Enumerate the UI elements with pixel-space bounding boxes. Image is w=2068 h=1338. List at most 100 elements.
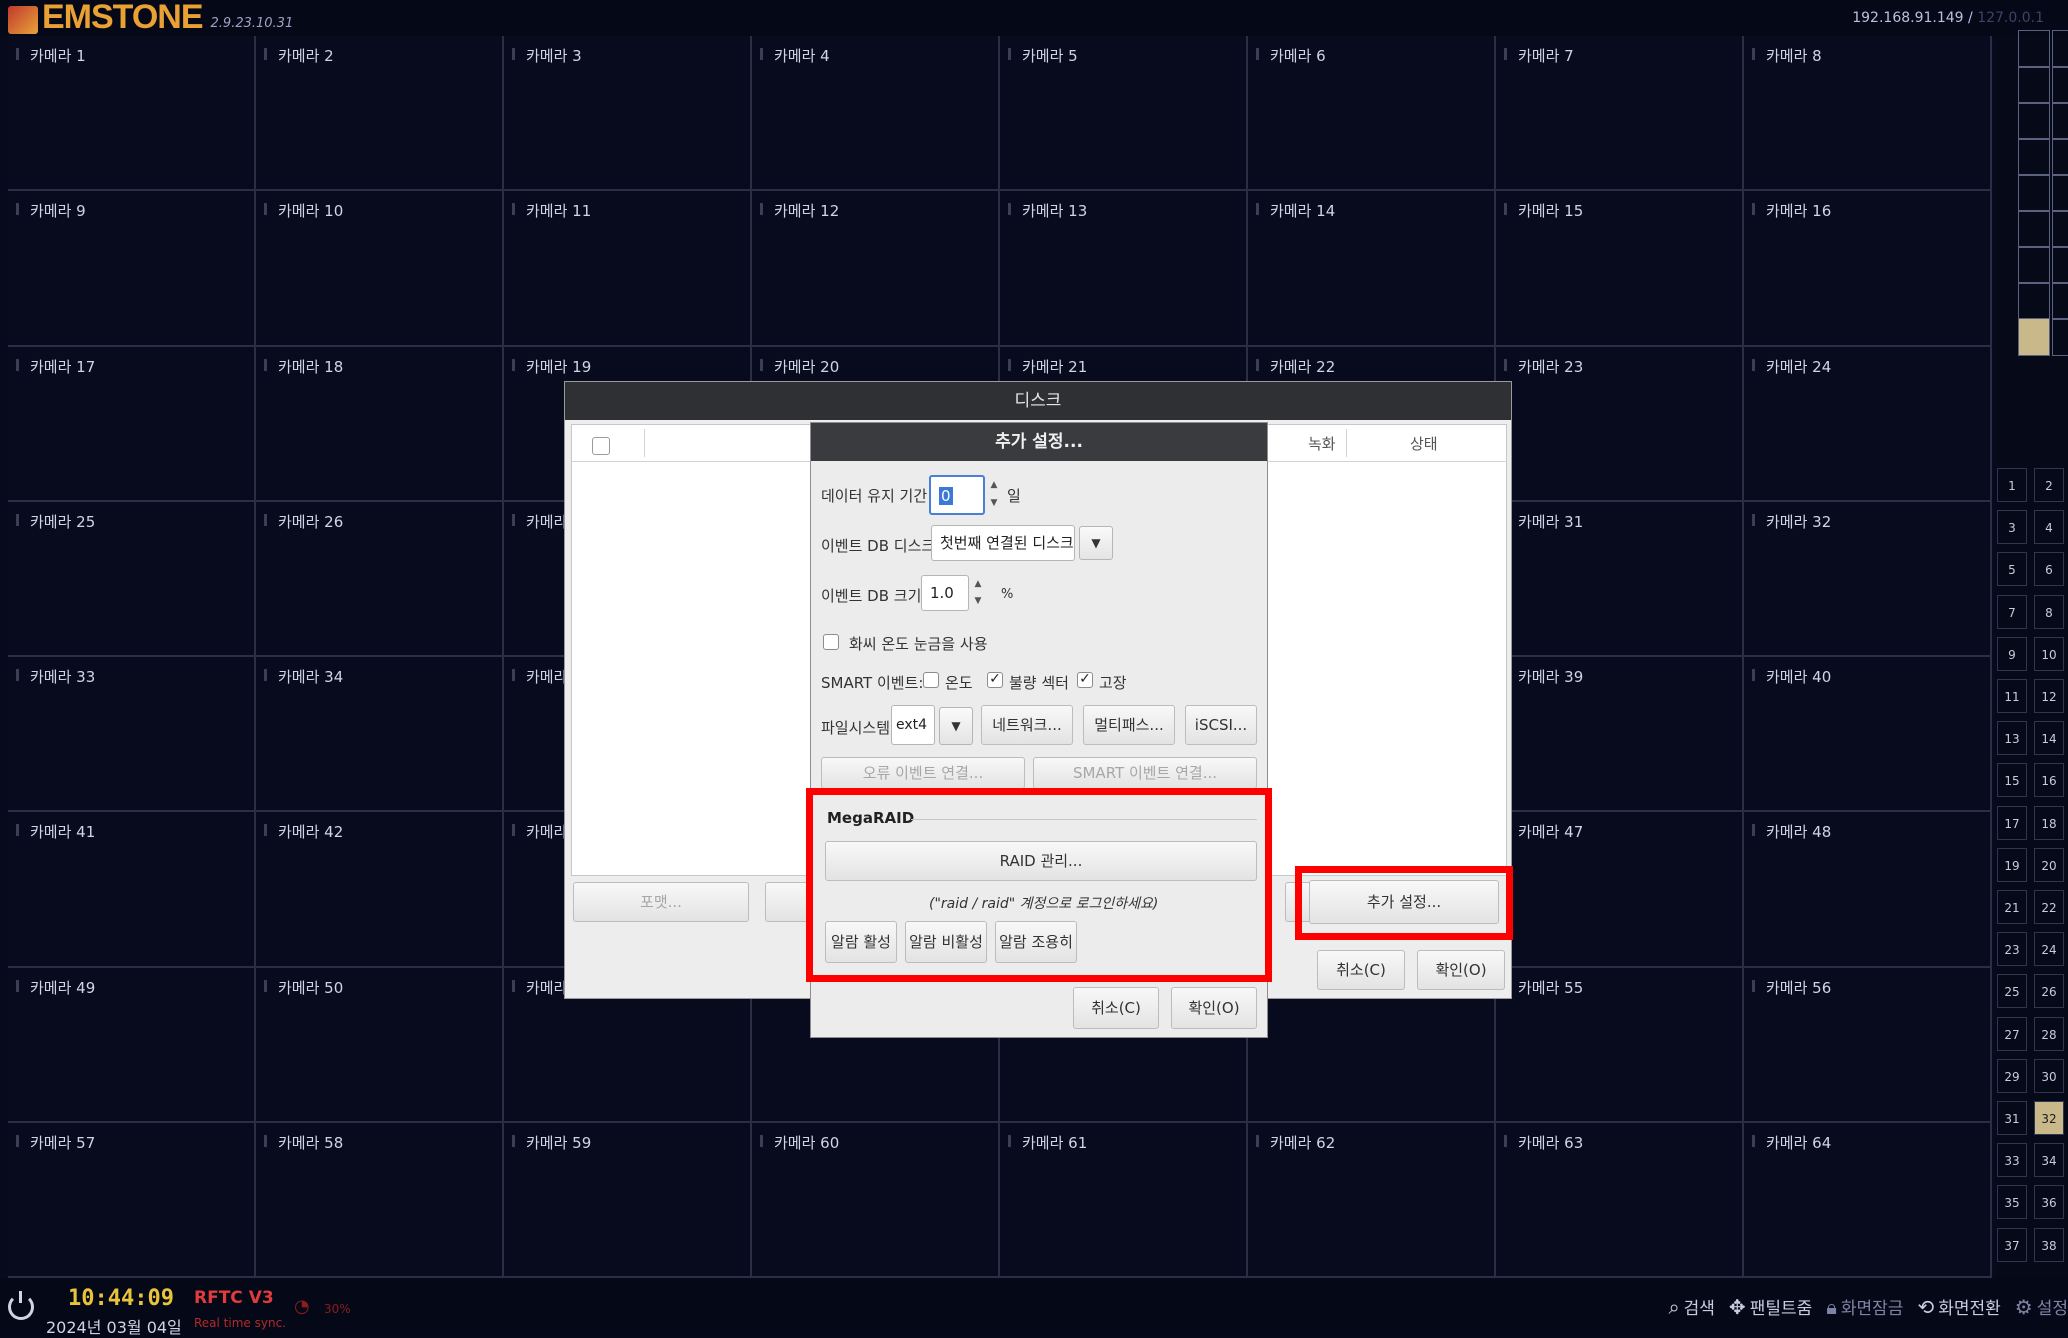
camera-tile[interactable]: 카메라 49: [8, 967, 256, 1123]
camera-tile[interactable]: 카메라 61: [1000, 1122, 1248, 1278]
channel-button[interactable]: 34: [2034, 1143, 2064, 1178]
channel-button[interactable]: 35: [1997, 1185, 2027, 1220]
channel-button[interactable]: 15: [1997, 763, 2027, 798]
camera-tile[interactable]: 카메라 7: [1496, 36, 1744, 192]
column-state[interactable]: 상태: [1410, 433, 1438, 454]
layout-thumbnail[interactable]: [2052, 318, 2068, 356]
spin-down-icon[interactable]: ▼: [971, 595, 985, 607]
camera-tile[interactable]: 카메라 4: [752, 36, 1000, 192]
spin-down-icon[interactable]: ▼: [987, 497, 1001, 509]
layout-thumbnail[interactable]: [2018, 246, 2050, 284]
layout-thumbnail[interactable]: [2052, 30, 2068, 68]
format-button[interactable]: 포맷...: [573, 882, 749, 922]
channel-button[interactable]: 28: [2034, 1016, 2064, 1051]
pantilt-tool[interactable]: ✥ 팬틸트줌: [1729, 1294, 1812, 1320]
layout-thumbnail[interactable]: [2018, 138, 2050, 176]
channel-button[interactable]: 32: [2034, 1101, 2064, 1135]
camera-tile[interactable]: 카메라 9: [8, 191, 256, 347]
layout-thumbnail[interactable]: [2018, 102, 2050, 140]
channel-button[interactable]: 7: [1997, 594, 2027, 629]
channel-button[interactable]: 2: [2034, 468, 2064, 502]
layout-thumbnail[interactable]: [2052, 282, 2068, 320]
channel-button[interactable]: 3: [1997, 510, 2027, 545]
channel-button[interactable]: 25: [1997, 974, 2027, 1009]
channel-button[interactable]: 12: [2034, 679, 2064, 713]
camera-tile[interactable]: 카메라 11: [504, 191, 752, 347]
disk-ok-button[interactable]: 확인(O): [1417, 950, 1505, 990]
channel-button[interactable]: 9: [1997, 636, 2027, 671]
camera-tile[interactable]: 카메라 58: [256, 1122, 504, 1278]
camera-tile[interactable]: 카메라 39: [1496, 657, 1744, 813]
camera-tile[interactable]: 카메라 10: [256, 191, 504, 347]
channel-button[interactable]: 8: [2034, 594, 2064, 629]
camera-tile[interactable]: 카메라 48: [1744, 812, 1992, 968]
settings-tool[interactable]: ⚙ 설정: [2015, 1294, 2068, 1320]
channel-button[interactable]: 22: [2034, 890, 2064, 924]
spin-up-icon[interactable]: ▲: [987, 479, 1001, 491]
channel-button[interactable]: 21: [1997, 890, 2027, 924]
camera-tile[interactable]: 카메라 62: [1248, 1122, 1496, 1278]
layout-thumbnail[interactable]: [2052, 174, 2068, 212]
camera-tile[interactable]: 카메라 17: [8, 346, 256, 502]
camera-tile[interactable]: 카메라 3: [504, 36, 752, 192]
camera-tile[interactable]: 카메라 14: [1248, 191, 1496, 347]
spin-up-icon[interactable]: ▲: [971, 578, 985, 590]
alarm-on-button[interactable]: 알람 활성: [825, 921, 897, 963]
smart-fault-checkbox[interactable]: ✓: [1077, 672, 1093, 688]
camera-tile[interactable]: 카메라 42: [256, 812, 504, 968]
channel-button[interactable]: 31: [1997, 1101, 2027, 1135]
select-all-checkbox[interactable]: [592, 437, 610, 455]
network-button[interactable]: 네트워크...: [981, 705, 1073, 745]
channel-button[interactable]: 10: [2034, 636, 2064, 671]
smart-temp-checkbox[interactable]: [923, 672, 939, 688]
camera-tile[interactable]: 카메라 23: [1496, 346, 1744, 502]
disk-cancel-button[interactable]: 취소(C): [1317, 950, 1405, 990]
alarm-off-button[interactable]: 알람 비활성: [905, 921, 987, 963]
camera-tile[interactable]: 카메라 6: [1248, 36, 1496, 192]
camera-tile[interactable]: 카메라 26: [256, 501, 504, 657]
advanced-cancel-button[interactable]: 취소(C): [1073, 987, 1159, 1029]
advanced-ok-button[interactable]: 확인(O): [1171, 987, 1257, 1029]
channel-button[interactable]: 24: [2034, 932, 2064, 967]
channel-button[interactable]: 14: [2034, 721, 2064, 756]
layout-thumbnail[interactable]: [2018, 210, 2050, 248]
channel-button[interactable]: 6: [2034, 552, 2064, 587]
channel-button[interactable]: 20: [2034, 847, 2064, 882]
layout-thumbnail[interactable]: [2052, 246, 2068, 284]
error-event-button[interactable]: 오류 이벤트 연결...: [821, 757, 1025, 789]
chevron-down-icon[interactable]: ▼: [939, 707, 973, 745]
camera-tile[interactable]: 카메라 56: [1744, 967, 1992, 1123]
smart-event-button[interactable]: SMART 이벤트 연결...: [1033, 757, 1257, 789]
screen-switch-tool[interactable]: ⟲ 화면전환: [1917, 1294, 2000, 1320]
camera-tile[interactable]: 카메라 32: [1744, 501, 1992, 657]
channel-button[interactable]: 33: [1997, 1143, 2027, 1178]
camera-tile[interactable]: 카메라 47: [1496, 812, 1744, 968]
layout-thumbnail[interactable]: [2052, 66, 2068, 104]
layout-thumbnail[interactable]: [2052, 138, 2068, 176]
layout-thumbnail[interactable]: [2018, 66, 2050, 104]
camera-tile[interactable]: 카메라 63: [1496, 1122, 1744, 1278]
eventdb-size-input[interactable]: 1.0: [921, 575, 969, 611]
camera-tile[interactable]: 카메라 59: [504, 1122, 752, 1278]
channel-button[interactable]: 37: [1997, 1227, 2027, 1262]
chevron-down-icon[interactable]: ▼: [1079, 526, 1113, 560]
channel-button[interactable]: 5: [1997, 552, 2027, 587]
camera-tile[interactable]: 카메라 34: [256, 657, 504, 813]
eventdb-disk-select[interactable]: 첫번째 연결된 디스크: [931, 525, 1075, 561]
camera-tile[interactable]: 카메라 25: [8, 501, 256, 657]
channel-button[interactable]: 13: [1997, 721, 2027, 756]
camera-tile[interactable]: 카메라 33: [8, 657, 256, 813]
power-icon[interactable]: [8, 1291, 34, 1320]
channel-button[interactable]: 38: [2034, 1227, 2064, 1262]
search-tool[interactable]: ⌕ 검색: [1668, 1294, 1714, 1320]
layout-thumbnail[interactable]: [2052, 102, 2068, 140]
camera-tile[interactable]: 카메라 40: [1744, 657, 1992, 813]
channel-button[interactable]: 29: [1997, 1058, 2027, 1093]
channel-button[interactable]: 36: [2034, 1185, 2064, 1220]
layout-thumbnail[interactable]: [2018, 30, 2050, 68]
camera-tile[interactable]: 카메라 60: [752, 1122, 1000, 1278]
camera-tile[interactable]: 카메라 16: [1744, 191, 1992, 347]
camera-tile[interactable]: 카메라 13: [1000, 191, 1248, 347]
camera-tile[interactable]: 카메라 2: [256, 36, 504, 192]
iscsi-button[interactable]: iSCSI...: [1185, 705, 1257, 745]
